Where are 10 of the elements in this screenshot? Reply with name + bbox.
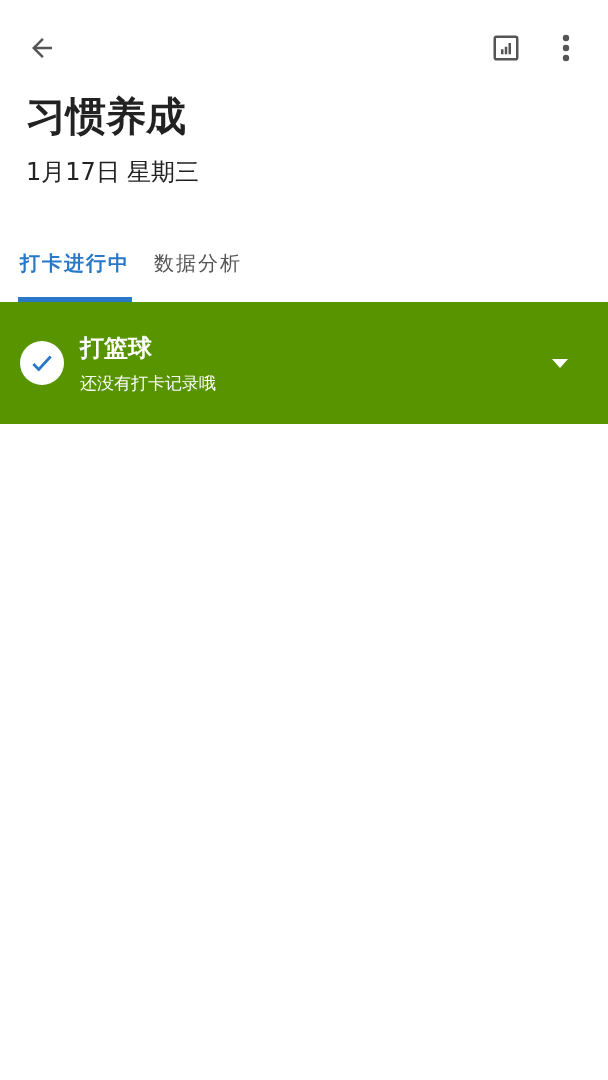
check-circle[interactable] [20, 341, 64, 385]
habit-note: 还没有打卡记录哦 [80, 371, 217, 395]
habit-name: 打篮球 [80, 332, 153, 364]
page-title: 习惯养成 [26, 92, 187, 141]
dropdown-caret-icon[interactable] [552, 358, 568, 368]
more-menu-icon[interactable] [561, 34, 571, 62]
bar-chart-icon[interactable] [491, 33, 521, 63]
date-text: 1月17日 星期三 [26, 157, 201, 188]
habit-card[interactable]: 打篮球 还没有打卡记录哦 [0, 302, 608, 424]
tab[interactable]: 数据分析 [152, 244, 244, 302]
